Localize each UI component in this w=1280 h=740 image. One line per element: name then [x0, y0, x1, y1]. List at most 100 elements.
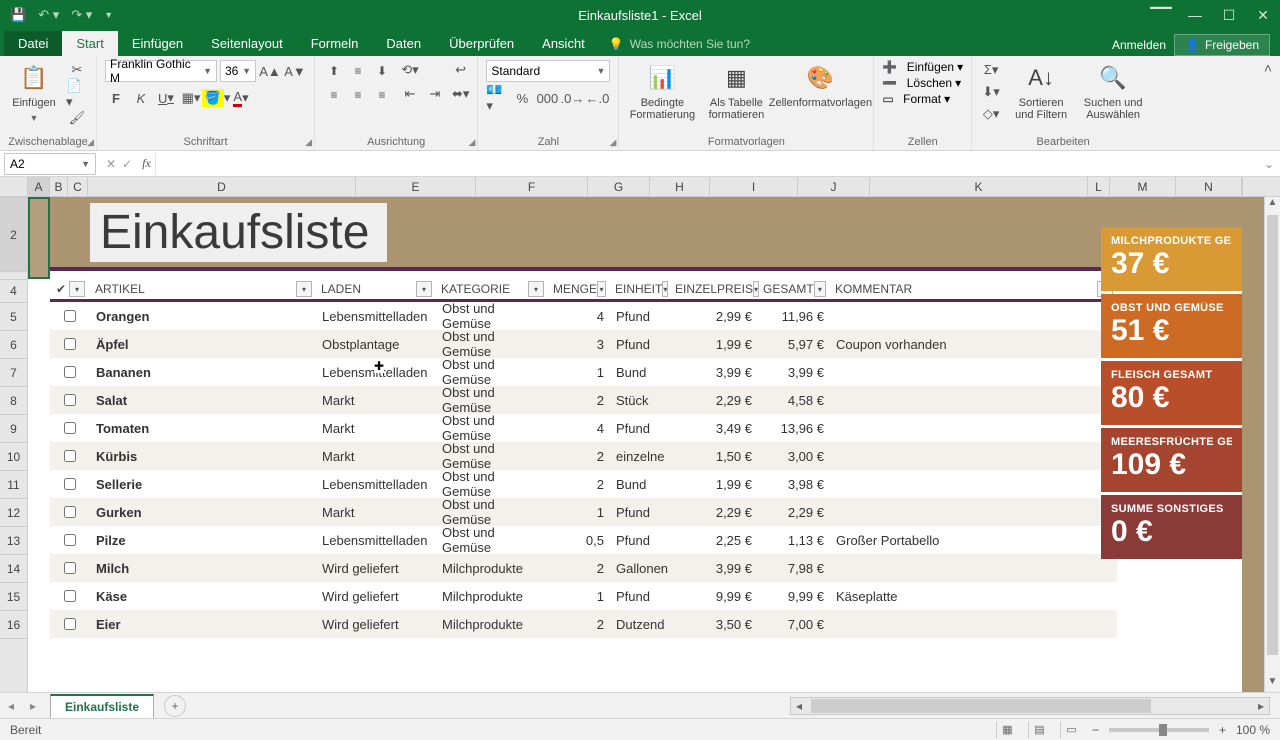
tab-file[interactable]: Datei: [4, 31, 62, 56]
filter-icon[interactable]: ▾: [597, 281, 606, 297]
header-done[interactable]: ✔▾: [50, 279, 90, 299]
find-select-button[interactable]: 🔍Suchen und Auswählen: [1080, 60, 1146, 121]
cell-einheit[interactable]: Pfund: [610, 414, 670, 442]
col-header-H[interactable]: H: [650, 177, 710, 196]
header-kommentar[interactable]: KOMMENTAR▾: [830, 279, 1117, 299]
cell-gesamt[interactable]: 5,97 €: [758, 330, 830, 358]
cell-laden[interactable]: Wird geliefert: [316, 554, 436, 582]
cell-gesamt[interactable]: 3,98 €: [758, 470, 830, 498]
cell-einzelpreis[interactable]: 3,49 €: [670, 414, 758, 442]
cell-kommentar[interactable]: [830, 358, 1117, 386]
cell-menge[interactable]: 3: [548, 330, 610, 358]
scroll-left-icon[interactable]: ◂: [791, 699, 807, 713]
cell-gesamt[interactable]: 13,96 €: [758, 414, 830, 442]
tab-start[interactable]: Start: [62, 31, 117, 56]
filter-icon[interactable]: ▾: [662, 281, 668, 297]
cell-artikel[interactable]: Eier: [90, 610, 316, 638]
expand-formula-icon[interactable]: ⌄: [1258, 157, 1280, 171]
formula-input[interactable]: [155, 153, 1258, 175]
cell-laden[interactable]: Lebensmittelladen: [316, 470, 436, 498]
row-header-12[interactable]: 12: [0, 499, 27, 527]
scroll-thumb[interactable]: [811, 699, 1151, 713]
cell-kommentar[interactable]: [830, 610, 1117, 638]
align-launcher-icon[interactable]: ◢: [469, 137, 476, 148]
done-checkbox[interactable]: [50, 554, 90, 582]
cell-artikel[interactable]: Käse: [90, 582, 316, 610]
done-checkbox[interactable]: [50, 610, 90, 638]
cell-artikel[interactable]: Pilze: [90, 526, 316, 554]
cell-einheit[interactable]: Stück: [610, 386, 670, 414]
cell-kommentar[interactable]: [830, 414, 1117, 442]
cell-einzelpreis[interactable]: 3,99 €: [670, 554, 758, 582]
cell-kommentar[interactable]: Käseplatte: [830, 582, 1117, 610]
cell-menge[interactable]: 2: [548, 470, 610, 498]
cell-gesamt[interactable]: 3,00 €: [758, 442, 830, 470]
sheet-tab-active[interactable]: Einkaufsliste: [50, 694, 154, 718]
cell-menge[interactable]: 2: [548, 610, 610, 638]
cell-menge[interactable]: 1: [548, 358, 610, 386]
wrap-text-icon[interactable]: ↩: [452, 60, 469, 80]
cell-artikel[interactable]: Gurken: [90, 498, 316, 526]
cell-laden[interactable]: Lebensmittelladen: [316, 302, 436, 330]
cell-laden[interactable]: Markt: [316, 498, 436, 526]
cell-einzelpreis[interactable]: 2,29 €: [670, 498, 758, 526]
header-einheit[interactable]: EINHEIT▾: [610, 279, 670, 299]
done-checkbox[interactable]: [50, 582, 90, 610]
select-all-icon[interactable]: [0, 177, 28, 197]
filter-icon[interactable]: ▾: [416, 281, 432, 297]
table-row[interactable]: EierWird geliefertMilchprodukte2Dutzend3…: [50, 610, 1117, 638]
enter-formula-icon[interactable]: ✓: [122, 157, 132, 171]
table-row[interactable]: SellerieLebensmittelladenObst und Gemüse…: [50, 470, 1117, 498]
cell-einzelpreis[interactable]: 1,99 €: [670, 330, 758, 358]
table-row[interactable]: SalatMarktObst und Gemüse2Stück2,29 €4,5…: [50, 386, 1117, 414]
header-einzelpreis[interactable]: EINZELPREIS▾: [670, 279, 758, 299]
cancel-formula-icon[interactable]: ✕: [106, 157, 116, 171]
table-row[interactable]: PilzeLebensmittelladenObst und Gemüse0,5…: [50, 526, 1117, 554]
decrease-decimal-icon[interactable]: ←.0: [586, 88, 608, 108]
decrease-indent-icon[interactable]: ⇤: [399, 84, 421, 104]
row-header-14[interactable]: 14: [0, 555, 27, 583]
cut-icon[interactable]: ✂: [66, 60, 88, 80]
font-size-select[interactable]: 36▼: [220, 60, 256, 82]
number-format-select[interactable]: Standard▼: [486, 60, 610, 82]
cell-laden[interactable]: Lebensmittelladen: [316, 526, 436, 554]
redo-icon[interactable]: ↷ ▾: [71, 7, 92, 23]
format-as-table-button[interactable]: ▦Als Tabelle formatieren: [703, 60, 769, 121]
row-header-8[interactable]: 8: [0, 387, 27, 415]
delete-cells-button[interactable]: ➖ Löschen▾: [882, 76, 963, 90]
cell-kommentar[interactable]: [830, 302, 1117, 330]
filter-icon[interactable]: ▾: [814, 281, 826, 297]
header-gesamt[interactable]: GESAMT▾: [758, 279, 830, 299]
cell-kommentar[interactable]: [830, 470, 1117, 498]
col-header-D[interactable]: D: [88, 177, 356, 196]
cell-artikel[interactable]: Orangen: [90, 302, 316, 330]
format-painter-icon[interactable]: 🖌: [66, 108, 88, 128]
name-box[interactable]: A2▼: [4, 153, 96, 175]
cell-kategorie[interactable]: Obst und Gemüse: [436, 414, 548, 442]
col-header-F[interactable]: F: [476, 177, 588, 196]
row-header-11[interactable]: 11: [0, 471, 27, 499]
cell-einheit[interactable]: Pfund: [610, 302, 670, 330]
increase-indent-icon[interactable]: ⇥: [424, 84, 446, 104]
cell-einzelpreis[interactable]: 3,50 €: [670, 610, 758, 638]
fill-color-icon[interactable]: 🪣▾: [205, 88, 227, 108]
cell-kategorie[interactable]: Obst und Gemüse: [436, 386, 548, 414]
tab-nav-next-icon[interactable]: ▸: [22, 699, 44, 713]
filter-icon[interactable]: ▾: [296, 281, 312, 297]
scroll-up-icon[interactable]: ▲: [1265, 197, 1280, 213]
fill-icon[interactable]: ⬇▾: [980, 82, 1002, 102]
cell-gesamt[interactable]: 4,58 €: [758, 386, 830, 414]
col-header-N[interactable]: N: [1176, 177, 1242, 196]
scroll-thumb[interactable]: [1267, 215, 1278, 655]
cell-einheit[interactable]: Bund: [610, 470, 670, 498]
row-header-9[interactable]: 9: [0, 415, 27, 443]
borders-icon[interactable]: ▦▾: [180, 88, 202, 108]
cell-laden[interactable]: Markt: [316, 386, 436, 414]
cell-einzelpreis[interactable]: 2,25 €: [670, 526, 758, 554]
maximize-icon[interactable]: ☐: [1212, 0, 1246, 30]
number-launcher-icon[interactable]: ◢: [610, 137, 617, 148]
accounting-icon[interactable]: 💶▾: [486, 88, 508, 108]
cell-menge[interactable]: 2: [548, 386, 610, 414]
col-header-M[interactable]: M: [1110, 177, 1176, 196]
ribbon-options-icon[interactable]: ▔▔: [1144, 0, 1178, 30]
